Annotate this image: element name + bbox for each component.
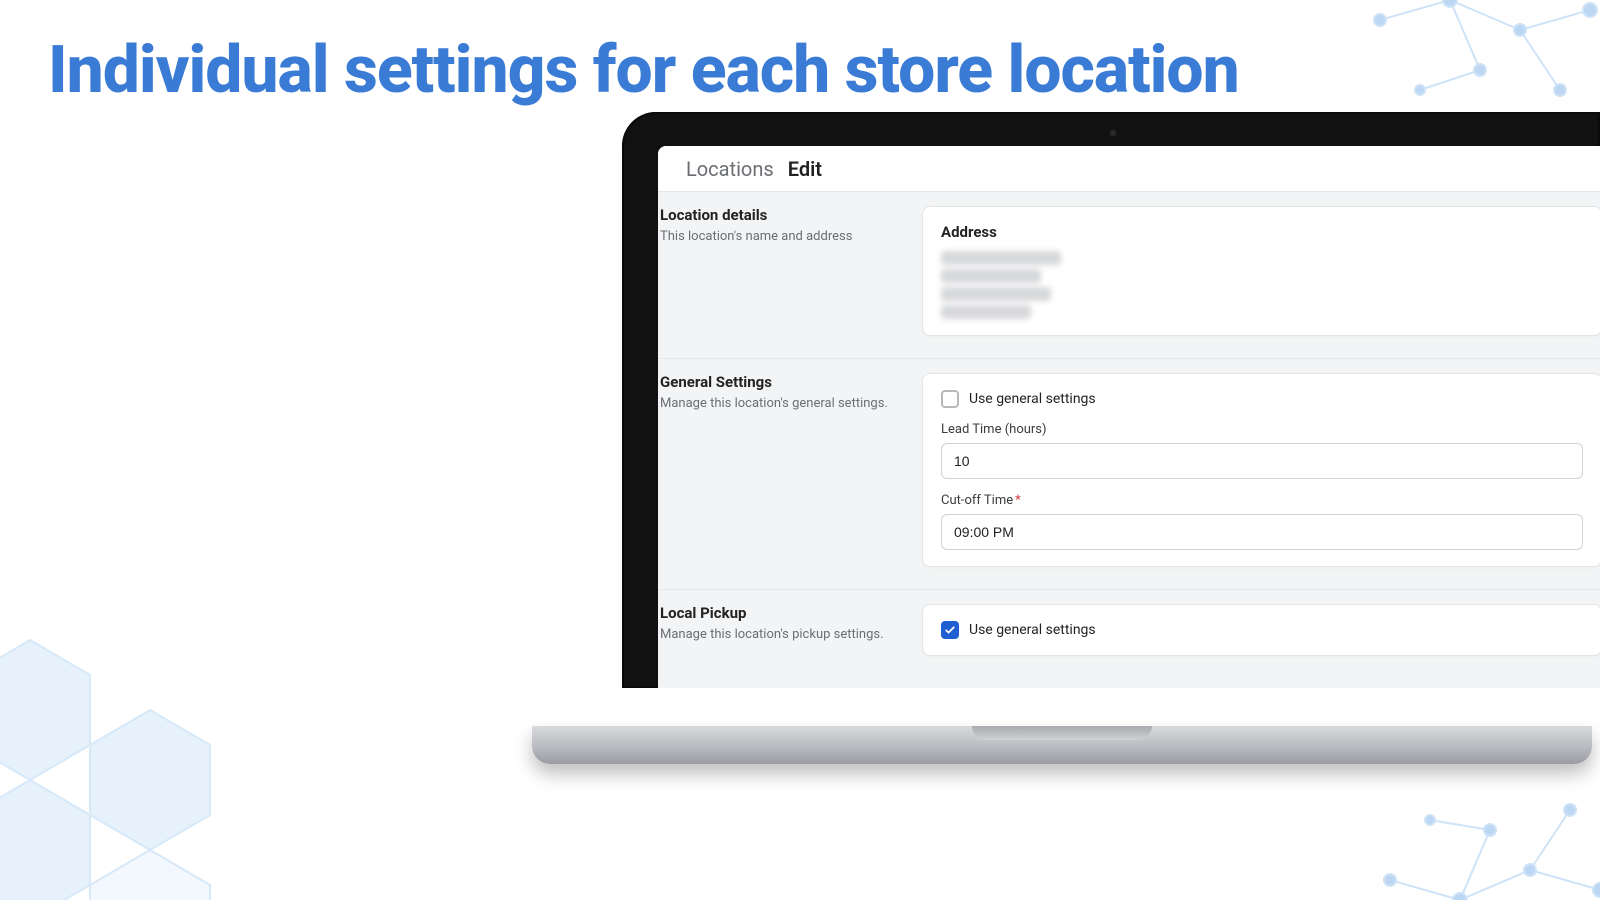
laptop-base bbox=[532, 726, 1592, 764]
laptop-mockup: Locations Edit Location details This loc… bbox=[622, 112, 1600, 730]
required-indicator: * bbox=[1015, 493, 1021, 508]
section-desc: Manage this location's pickup settings. bbox=[660, 626, 910, 644]
address-card: Address bbox=[922, 206, 1600, 336]
address-blurred bbox=[941, 251, 1583, 319]
breadcrumb: Locations Edit bbox=[658, 146, 1600, 192]
check-icon bbox=[944, 624, 956, 636]
general-settings-card: Use general settings Lead Time (hours) C… bbox=[922, 373, 1600, 567]
decorative-network-bottom-right bbox=[1360, 760, 1600, 900]
section-title: General Settings bbox=[660, 373, 910, 391]
decorative-hexagons bbox=[0, 600, 280, 900]
use-general-checkbox[interactable] bbox=[941, 390, 959, 408]
cutoff-time-label: Cut-off Time* bbox=[941, 493, 1583, 508]
lead-time-input[interactable] bbox=[941, 443, 1583, 479]
section-location-details: Location details This location's name an… bbox=[658, 192, 1600, 358]
page-headline: Individual settings for each store locat… bbox=[48, 36, 1239, 105]
laptop-notch bbox=[972, 726, 1152, 740]
app-screen: Locations Edit Location details This loc… bbox=[658, 146, 1600, 688]
section-title: Local Pickup bbox=[660, 604, 910, 622]
address-heading: Address bbox=[941, 223, 1583, 241]
section-local-pickup: Local Pickup Manage this location's pick… bbox=[658, 589, 1600, 678]
settings-content: Location details This location's name an… bbox=[658, 192, 1600, 688]
use-general-label: Use general settings bbox=[969, 391, 1096, 407]
use-general-label-pickup: Use general settings bbox=[969, 622, 1096, 638]
local-pickup-card: Use general settings bbox=[922, 604, 1600, 656]
section-general-settings: General Settings Manage this location's … bbox=[658, 358, 1600, 589]
section-title: Location details bbox=[660, 206, 910, 224]
section-desc: Manage this location's general settings. bbox=[660, 395, 910, 413]
breadcrumb-current: Edit bbox=[788, 157, 822, 181]
lead-time-label: Lead Time (hours) bbox=[941, 422, 1583, 437]
breadcrumb-root[interactable]: Locations bbox=[686, 157, 774, 181]
use-general-checkbox-pickup[interactable] bbox=[941, 621, 959, 639]
laptop-camera bbox=[1051, 126, 1171, 140]
cutoff-time-input[interactable] bbox=[941, 514, 1583, 550]
section-desc: This location's name and address bbox=[660, 228, 910, 246]
